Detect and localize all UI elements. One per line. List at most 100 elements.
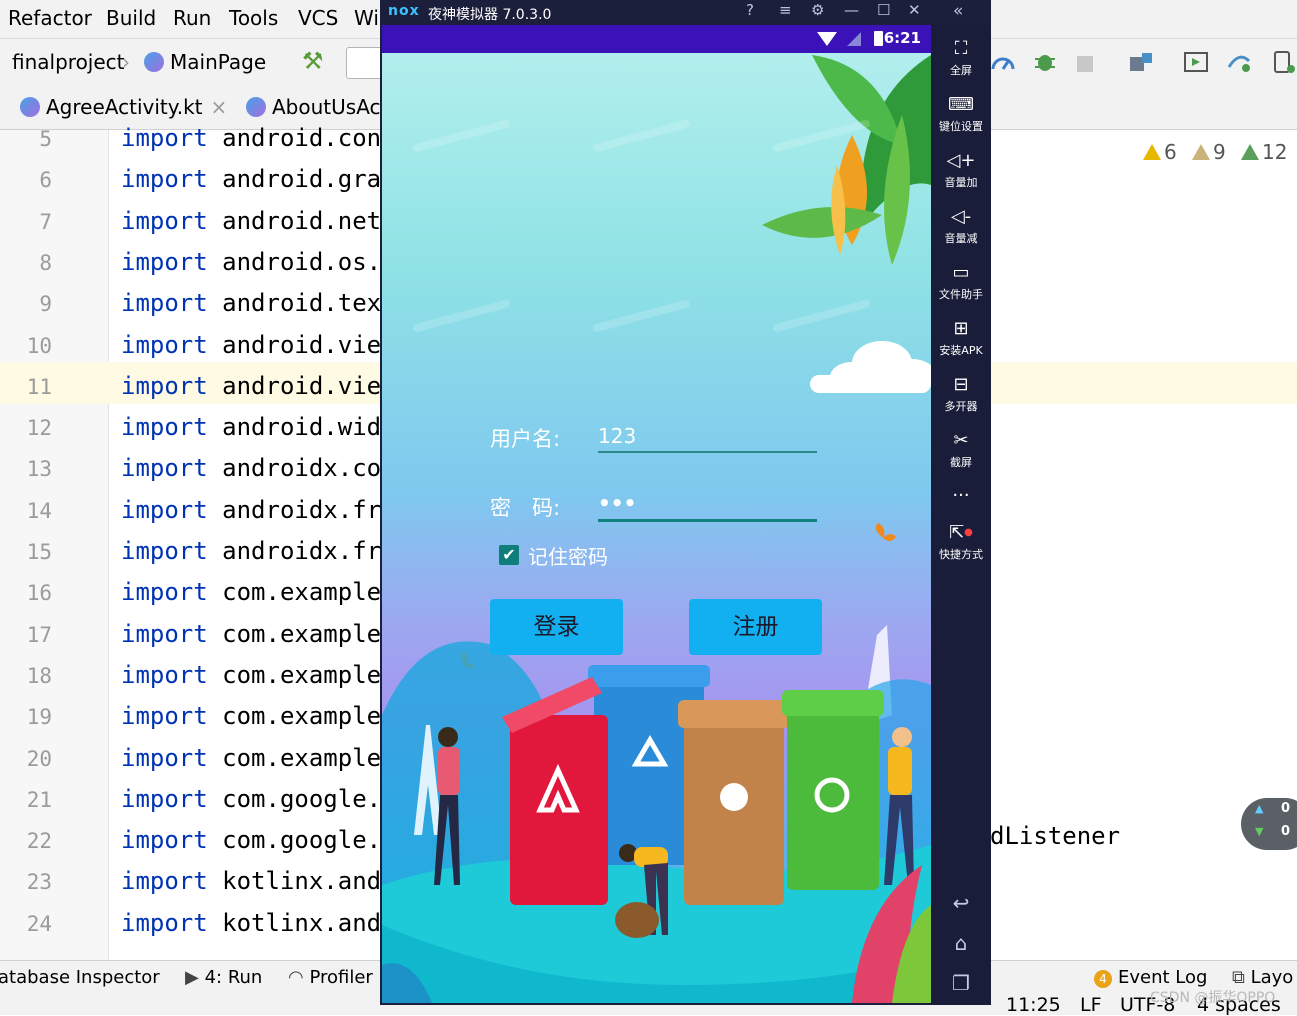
sidebar-shortcut[interactable]: ⇱● 快捷方式 bbox=[931, 522, 991, 562]
caret-position[interactable]: 11:25 bbox=[1006, 994, 1061, 1016]
profiler-tab[interactable]: ◠ Profiler bbox=[288, 967, 373, 988]
register-button[interactable]: 注册 bbox=[689, 599, 822, 655]
tab-agree-activity[interactable]: AgreeActivity.kt × bbox=[20, 95, 227, 119]
menu-vcs[interactable]: VCS bbox=[298, 6, 338, 30]
inspection-warnings[interactable]: 6 bbox=[1143, 140, 1177, 164]
maximize-icon[interactable]: ☐ bbox=[877, 1, 890, 19]
code-line[interactable]: import androidx.fra bbox=[121, 537, 396, 565]
menu-tools[interactable]: Tools bbox=[229, 6, 278, 30]
leaves-decoration bbox=[762, 55, 931, 265]
remember-password-checkbox[interactable]: ✔ bbox=[499, 545, 519, 565]
recent-apps-icon[interactable]: ❐ bbox=[931, 971, 991, 995]
sidebar-file-assistant[interactable]: ▭ 文件助手 bbox=[931, 262, 991, 302]
collapse-sidebar-icon[interactable]: « bbox=[953, 1, 963, 21]
sidebar-multi-instance[interactable]: ⊟ 多开器 bbox=[931, 374, 991, 414]
code-line[interactable]: import android.cont bbox=[121, 124, 396, 152]
help-icon[interactable]: ? bbox=[746, 1, 754, 19]
code-line[interactable]: import kotlinx.andr bbox=[121, 909, 396, 937]
android-screen[interactable]: 6:21 用户名: 123 密 码: ••• ✔ 记住密码 登录 注册 bbox=[382, 25, 931, 1003]
shortcut-icon: ⇱● bbox=[949, 522, 973, 543]
password-input[interactable]: ••• bbox=[598, 491, 636, 515]
breadcrumb-file[interactable]: MainPage bbox=[144, 50, 266, 74]
line-number: 5 bbox=[39, 127, 52, 151]
sidebar-volume-down[interactable]: ◁- 音量减 bbox=[931, 206, 991, 246]
username-input[interactable]: 123 bbox=[598, 424, 636, 448]
build-hammer-icon[interactable]: ⚒ bbox=[302, 47, 324, 75]
code-line[interactable]: import com.example. bbox=[121, 661, 396, 689]
code-line[interactable]: import com.google.a bbox=[121, 785, 396, 813]
import-keyword: import bbox=[121, 661, 208, 689]
import-path: com.example. bbox=[222, 661, 396, 689]
username-underline bbox=[598, 451, 817, 453]
menu-refactor[interactable]: Refactor bbox=[8, 6, 92, 30]
weak-warning-count: 9 bbox=[1213, 140, 1226, 164]
menu-run[interactable]: Run bbox=[173, 6, 211, 30]
import-keyword: import bbox=[121, 372, 208, 400]
sync-gradle-icon[interactable] bbox=[1226, 49, 1252, 75]
code-line[interactable]: import android.view bbox=[121, 372, 396, 400]
close-icon[interactable]: × bbox=[211, 95, 228, 119]
network-speed-widget[interactable]: ▲ 0 ▼ 0 bbox=[1241, 798, 1297, 850]
inspection-weak-warnings[interactable]: 9 bbox=[1192, 140, 1226, 164]
import-path: android.view bbox=[222, 331, 396, 359]
password-label: 密 码: bbox=[490, 496, 561, 520]
sidebar-fullscreen[interactable]: ⛶ 全屏 bbox=[931, 38, 991, 78]
sidebar-more[interactable]: ··· bbox=[931, 485, 991, 507]
login-button[interactable]: 登录 bbox=[490, 599, 623, 655]
close-icon[interactable]: ✕ bbox=[908, 1, 921, 19]
tab-about-us-label: AboutUsAc bbox=[272, 95, 381, 119]
code-line[interactable]: import android.text bbox=[121, 289, 396, 317]
code-line[interactable]: import android.net. bbox=[121, 207, 396, 235]
code-line[interactable]: import com.example. bbox=[121, 702, 396, 730]
code-line[interactable]: import android.widg bbox=[121, 413, 396, 441]
minimize-icon[interactable]: — bbox=[844, 1, 859, 19]
screenshot-icon: ✂ bbox=[953, 430, 969, 451]
sidebar-keymapping[interactable]: ⌨ 键位设置 bbox=[931, 94, 991, 134]
import-path: com.google.a bbox=[222, 785, 396, 813]
back-icon[interactable]: ↩ bbox=[931, 891, 991, 915]
stop-icon[interactable] bbox=[1077, 56, 1093, 72]
home-icon[interactable]: ⌂ bbox=[931, 931, 991, 955]
import-keyword: import bbox=[121, 454, 208, 482]
menu-icon[interactable]: ≡ bbox=[779, 1, 792, 19]
code-line[interactable]: import com.example. bbox=[121, 578, 396, 606]
breadcrumb-project[interactable]: finalproject bbox=[12, 50, 125, 74]
code-line[interactable]: import com.example. bbox=[121, 620, 396, 648]
line-number: 7 bbox=[39, 210, 52, 234]
database-inspector-tab[interactable]: atabase Inspector bbox=[0, 967, 160, 988]
sidebar-screenshot[interactable]: ✂ 截屏 bbox=[931, 430, 991, 470]
inspection-typos[interactable]: 12 bbox=[1241, 140, 1287, 164]
run-tab-label: 4: Run bbox=[204, 967, 263, 988]
debug-bug-icon[interactable] bbox=[1032, 49, 1058, 75]
sidebar-screenshot-label: 截屏 bbox=[950, 456, 972, 469]
code-line[interactable]: import androidx.fra bbox=[121, 496, 396, 524]
project-structure-icon[interactable] bbox=[1128, 49, 1154, 75]
csdn-watermark: CSDN @振华OPPO bbox=[1150, 990, 1276, 1006]
line-separator[interactable]: LF bbox=[1080, 994, 1102, 1016]
event-log-tab[interactable]: 4 Event Log bbox=[1094, 967, 1207, 988]
checkmark-icon: ✔ bbox=[502, 545, 516, 564]
tab-about-us[interactable]: AboutUsAc bbox=[246, 95, 381, 119]
sidebar-install-apk-label: 安装APK bbox=[939, 344, 983, 357]
code-line[interactable]: import android.os.B bbox=[121, 248, 396, 276]
code-line[interactable]: import com.google.a bbox=[121, 826, 396, 854]
avd-manager-icon[interactable] bbox=[1183, 49, 1209, 75]
code-fragment-right: dListener bbox=[990, 822, 1121, 850]
profiler-gauge-icon[interactable] bbox=[990, 49, 1016, 75]
sidebar-volume-up[interactable]: ◁+ 音量加 bbox=[931, 150, 991, 190]
remember-password-label[interactable]: 记住密码 bbox=[528, 541, 608, 570]
line-number: 21 bbox=[26, 788, 52, 812]
kotlin-file-icon bbox=[144, 52, 164, 72]
settings-gear-icon[interactable]: ⚙ bbox=[811, 1, 824, 19]
sidebar-install-apk[interactable]: ⊞ 安装APK bbox=[931, 318, 991, 358]
menu-build[interactable]: Build bbox=[106, 6, 156, 30]
menu-window[interactable]: Wi bbox=[354, 6, 379, 30]
layout-inspector-tab[interactable]: ⧉ Layo bbox=[1232, 967, 1293, 988]
code-line[interactable]: import com.example. bbox=[121, 744, 396, 772]
code-line[interactable]: import kotlinx.andr bbox=[121, 867, 396, 895]
code-line[interactable]: import androidx.cor bbox=[121, 454, 396, 482]
run-tab[interactable]: ▶ 4: Run bbox=[185, 967, 262, 988]
code-line[interactable]: import android.view bbox=[121, 331, 396, 359]
device-manager-icon[interactable] bbox=[1271, 49, 1297, 75]
code-line[interactable]: import android.grap bbox=[121, 165, 396, 193]
